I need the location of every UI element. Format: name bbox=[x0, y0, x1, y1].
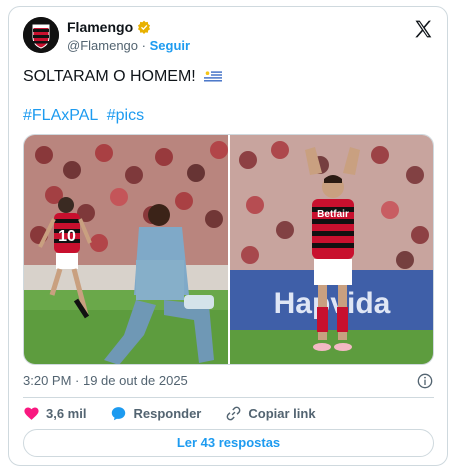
x-logo-icon[interactable] bbox=[413, 19, 433, 39]
hashtag-link[interactable]: #pics bbox=[107, 107, 144, 124]
follow-button[interactable]: Seguir bbox=[150, 38, 190, 53]
speech-bubble-icon bbox=[112, 407, 126, 421]
read-replies-button[interactable]: Ler 43 respostas bbox=[23, 429, 434, 457]
divider bbox=[23, 397, 434, 398]
author-name[interactable]: Flamengo bbox=[67, 19, 133, 35]
tweet-card[interactable]: Flamengo @Flamengo · Seguir SOLTARAM O H… bbox=[8, 6, 448, 466]
hashtag-link[interactable]: #FLAxPAL bbox=[23, 107, 98, 124]
like-count: 3,6 mil bbox=[46, 406, 87, 421]
copy-link-label: Copiar link bbox=[248, 406, 316, 421]
photo-2[interactable]: Hapvida Betfair bbox=[229, 135, 433, 364]
tweet-body: SOLTARAM O HOMEM! bbox=[23, 68, 196, 85]
action-bar: 3,6 mil Responder Copiar link bbox=[23, 405, 340, 422]
reply-button[interactable]: Responder bbox=[110, 405, 201, 422]
tweet-text: SOLTARAM O HOMEM! bbox=[23, 67, 223, 87]
like-button[interactable]: 3,6 mil bbox=[23, 405, 86, 422]
info-icon[interactable] bbox=[417, 373, 433, 389]
reply-label: Responder bbox=[133, 406, 202, 421]
avatar[interactable] bbox=[23, 17, 59, 53]
media-grid: 10 Hapvida Betfair bbox=[23, 134, 434, 365]
flamengo-crest-icon bbox=[23, 17, 59, 53]
photo-1[interactable]: 10 bbox=[24, 135, 228, 364]
copy-link-button[interactable]: Copiar link bbox=[225, 405, 316, 422]
link-icon bbox=[226, 406, 241, 421]
stadium-board-text: Hapvida bbox=[273, 287, 390, 320]
heart-gesture-photo: Hapvida Betfair bbox=[229, 135, 433, 364]
verified-badge-icon bbox=[138, 20, 151, 34]
heart-icon bbox=[24, 407, 39, 420]
hashtags: #FLAxPAL #pics bbox=[23, 107, 148, 125]
goal-celebration-photo: 10 bbox=[24, 135, 228, 364]
handle-separator: · bbox=[141, 38, 146, 53]
svg-text:10: 10 bbox=[58, 228, 76, 245]
uruguay-flag-icon bbox=[204, 70, 223, 83]
author-handle[interactable]: @Flamengo bbox=[67, 38, 138, 53]
jersey-sponsor-text: Betfair bbox=[317, 209, 349, 220]
tweet-timestamp[interactable]: 3:20 PM · 19 de out de 2025 bbox=[23, 373, 188, 388]
